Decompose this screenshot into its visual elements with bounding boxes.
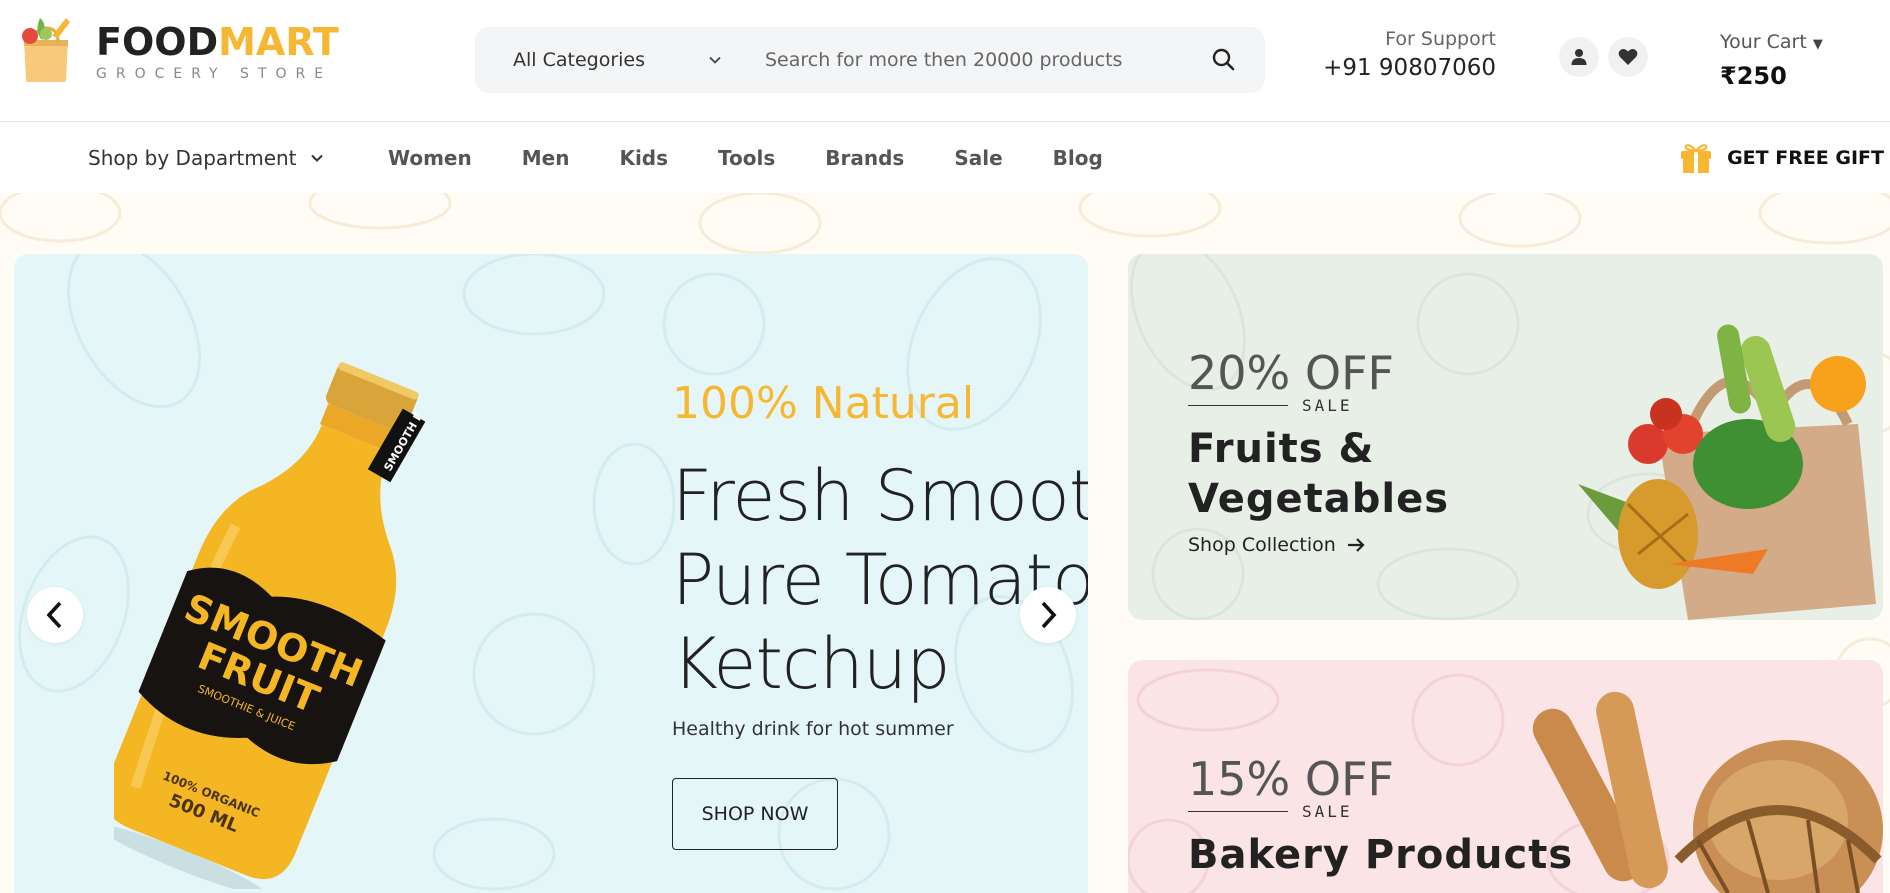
cart-label: Your Cart ▼	[1720, 28, 1860, 59]
gift-icon	[1681, 144, 1712, 173]
caret-down-icon: ▼	[1812, 37, 1823, 52]
brand-name-part2: MART	[218, 20, 339, 64]
shop-collection-link[interactable]: Shop Collection	[1188, 534, 1366, 556]
slide-subtitle: Healthy drink for hot summer	[672, 718, 954, 740]
slider-prev-button[interactable]	[27, 587, 83, 643]
category-select[interactable]: All Categories	[513, 27, 723, 93]
promo-sale-row: SALE	[1188, 802, 1353, 821]
nav-link-women[interactable]: Women	[388, 146, 472, 170]
promo-title: Bakery Products	[1188, 830, 1573, 880]
support-phone[interactable]: +91 90807060	[1320, 52, 1496, 84]
department-menu-label: Shop by Dapartment	[88, 146, 297, 170]
site-logo[interactable]: FOODMART GROCERY STORE	[18, 14, 339, 86]
chevron-down-icon	[709, 56, 721, 64]
search-icon[interactable]	[1209, 45, 1239, 75]
chevron-down-icon	[310, 154, 323, 162]
bread-basket-image	[1532, 691, 1883, 893]
vegetable-bag-image	[1578, 324, 1876, 620]
promo-bakery-products[interactable]: 15% OFF SALE Bakery Products	[1128, 660, 1883, 893]
promo-discount: 15% OFF	[1188, 752, 1394, 806]
free-gift-link[interactable]: GET FREE GIFT	[1679, 123, 1884, 193]
nav-link-blog[interactable]: Blog	[1053, 146, 1103, 170]
main-nav: Shop by Dapartment Women Men Kids Tools …	[0, 123, 1890, 193]
nav-link-brands[interactable]: Brands	[825, 146, 904, 170]
cart-total: ₹250	[1720, 62, 1787, 90]
slide-title: Fresh Smoothie & Pure Tomato Ketchup	[672, 454, 1088, 706]
promo-sale-label: SALE	[1302, 396, 1353, 415]
promo-title-line: Bakery Products	[1188, 832, 1574, 878]
heart-icon	[1618, 49, 1638, 65]
promo-sale-label: SALE	[1302, 802, 1353, 821]
slide-title-line: Ketchup	[672, 623, 951, 705]
chevron-left-icon	[46, 601, 62, 629]
promo-fruits-vegetables[interactable]: 20% OFF SALE Fruits & Vegetables Shop Co…	[1128, 254, 1883, 620]
account-button[interactable]	[1559, 37, 1599, 77]
divider	[1188, 405, 1288, 406]
user-icon	[1571, 49, 1587, 65]
department-menu[interactable]: Shop by Dapartment	[88, 123, 325, 193]
search-bar: All Categories	[475, 27, 1265, 93]
cart-label-text: Your Cart	[1720, 31, 1807, 53]
nav-link-tools[interactable]: Tools	[718, 146, 775, 170]
promo-title-line: Vegetables	[1188, 476, 1450, 522]
promo-sale-row: SALE	[1188, 396, 1353, 415]
slider-next-button[interactable]	[1020, 587, 1076, 643]
free-gift-label: GET FREE GIFT	[1727, 147, 1884, 169]
wishlist-button[interactable]	[1608, 37, 1648, 77]
promo-discount: 20% OFF	[1188, 346, 1394, 400]
support-label: For Support	[1385, 28, 1496, 50]
nav-link-men[interactable]: Men	[522, 146, 570, 170]
brand-tagline: GROCERY STORE	[96, 66, 333, 82]
grocery-bag-logo-icon	[22, 18, 70, 82]
smoothie-bottle-image: SMOOTH F SMOOTH FRUIT SMOOTHIE & JUICE 1…	[114, 362, 426, 889]
promo-title: Fruits & Vegetables	[1188, 424, 1449, 524]
category-select-value: All Categories	[513, 49, 646, 71]
nav-link-sale[interactable]: Sale	[954, 146, 1002, 170]
site-header: FOODMART GROCERY STORE All Categories Fo…	[0, 0, 1890, 122]
brand-name: FOODMART	[96, 20, 339, 64]
support-info: For Support +91 90807060	[1320, 26, 1496, 84]
nav-link-kids[interactable]: Kids	[619, 146, 668, 170]
slide-eyebrow: 100% Natural	[672, 378, 975, 429]
nav-links: Women Men Kids Tools Brands Sale Blog	[388, 123, 1103, 193]
cart-summary[interactable]: Your Cart ▼ ₹250	[1720, 28, 1860, 93]
divider	[1188, 811, 1288, 812]
slide-title-line: Fresh Smoothie &	[672, 455, 1088, 537]
brand-name-part1: FOOD	[96, 20, 219, 64]
chevron-right-icon	[1041, 601, 1057, 629]
shop-now-button[interactable]: SHOP NOW	[672, 778, 838, 850]
search-input[interactable]	[765, 27, 1185, 93]
hero-slider: SMOOTH F SMOOTH FRUIT SMOOTHIE & JUICE 1…	[14, 254, 1088, 893]
arrow-right-icon	[1347, 538, 1365, 552]
promo-title-line: Fruits &	[1188, 426, 1375, 472]
shop-collection-label: Shop Collection	[1188, 534, 1336, 556]
